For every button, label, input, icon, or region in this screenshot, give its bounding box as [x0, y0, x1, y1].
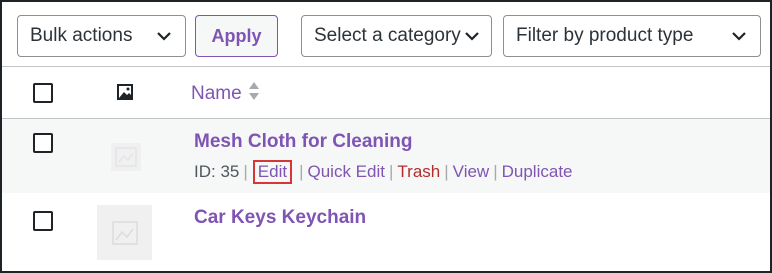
row-checkbox[interactable]	[33, 133, 53, 153]
quick-edit-link[interactable]: Quick Edit	[308, 162, 385, 182]
products-list-panel: Bulk actions Apply Select a category Fil…	[0, 0, 772, 273]
edit-link[interactable]: Edit	[252, 160, 293, 184]
product-type-select-label: Filter by product type	[516, 25, 694, 46]
product-name-link[interactable]: Mesh Cloth for Cleaning	[194, 131, 413, 153]
category-select-label: Select a category	[314, 25, 461, 46]
row-actions: ID: 35 | Edit | Quick Edit | Trash | Vie…	[194, 160, 573, 184]
name-column-header[interactable]: Name	[191, 81, 260, 107]
separator: |	[388, 162, 394, 181]
product-id: ID: 35	[194, 162, 240, 181]
image-icon	[116, 83, 134, 101]
chevron-down-icon	[730, 27, 748, 45]
chevron-down-icon	[155, 27, 173, 45]
table-header-row: Name	[2, 67, 770, 119]
separator: |	[299, 162, 304, 181]
row-checkbox[interactable]	[33, 211, 53, 231]
product-type-select[interactable]: Filter by product type	[503, 15, 761, 57]
separator: |	[444, 162, 449, 181]
placeholder-image-icon[interactable]	[111, 143, 141, 171]
trash-link[interactable]: Trash	[397, 162, 440, 182]
table-row: Car Keys Keychain	[2, 193, 770, 271]
select-all-checkbox[interactable]	[33, 83, 53, 103]
bulk-actions-select[interactable]: Bulk actions	[17, 15, 186, 57]
apply-button[interactable]: Apply	[195, 15, 278, 57]
view-link[interactable]: View	[453, 162, 490, 182]
bulk-actions-label: Bulk actions	[30, 25, 133, 46]
category-select[interactable]: Select a category	[301, 15, 492, 57]
table-toolbar: Bulk actions Apply Select a category Fil…	[2, 2, 770, 66]
chevron-down-icon	[463, 27, 481, 45]
table-row: Mesh Cloth for Cleaning ID: 35 | Edit | …	[2, 119, 770, 193]
separator: |	[243, 162, 248, 181]
name-column-label: Name	[191, 83, 242, 104]
separator: |	[493, 162, 498, 181]
placeholder-image-icon[interactable]	[97, 205, 152, 260]
product-name-link[interactable]: Car Keys Keychain	[194, 207, 366, 229]
sort-icon	[248, 81, 260, 107]
products-table: Name Mesh Cloth for Cleaning ID: 35 | Ed…	[2, 66, 770, 271]
duplicate-link[interactable]: Duplicate	[502, 162, 573, 182]
